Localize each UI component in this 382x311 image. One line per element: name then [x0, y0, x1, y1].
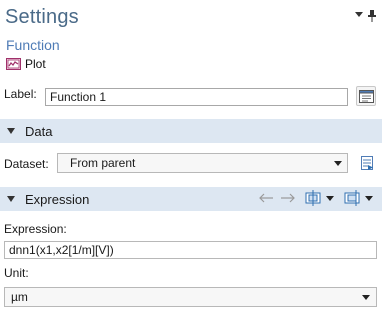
- unit-selected-value: µm: [11, 290, 28, 304]
- plot-icon: [6, 58, 21, 70]
- arrow-right-icon: [281, 193, 295, 203]
- insert-expression-icon: [344, 190, 360, 206]
- caret-down-icon: [7, 128, 15, 134]
- goto-source-icon: [361, 156, 373, 170]
- pin-icon[interactable]: [367, 10, 377, 22]
- node-type-label: Function: [6, 37, 60, 53]
- window-title: Settings: [5, 6, 79, 28]
- chevron-down-icon: [326, 195, 334, 201]
- caret-down-icon: [7, 196, 15, 202]
- plot-button[interactable]: Plot: [6, 56, 46, 72]
- move-left-button[interactable]: [258, 192, 274, 204]
- label-input[interactable]: Function 1: [45, 88, 348, 106]
- label-field-label: Label:: [4, 87, 37, 101]
- dataset-select[interactable]: From parent: [57, 153, 348, 173]
- chevron-down-icon: [362, 295, 370, 300]
- replace-expression-button[interactable]: [304, 190, 334, 206]
- section-data-title: Data: [25, 123, 53, 139]
- plot-button-label: Plot: [25, 57, 46, 71]
- replace-expression-icon: [305, 190, 321, 206]
- goto-source-button[interactable]: [357, 153, 377, 173]
- dataset-selected-value: From parent: [70, 156, 136, 170]
- move-right-button[interactable]: [280, 192, 296, 204]
- label-document-button[interactable]: [356, 86, 376, 106]
- expression-input[interactable]: dnn1(x1,x2[1/m][V]): [4, 241, 377, 259]
- unit-select[interactable]: µm: [4, 287, 377, 307]
- insert-expression-button[interactable]: [343, 190, 373, 206]
- unit-label: Unit:: [4, 266, 29, 280]
- arrow-left-icon: [259, 193, 273, 203]
- section-data-header[interactable]: Data: [0, 119, 382, 143]
- chevron-down-icon: [334, 161, 342, 166]
- chevron-down-icon[interactable]: [355, 12, 363, 18]
- document-edit-icon: [358, 89, 374, 103]
- expression-label: Expression:: [4, 222, 67, 236]
- dataset-label: Dataset:: [4, 157, 49, 171]
- chevron-down-icon: [365, 195, 373, 201]
- section-expression-title: Expression: [25, 191, 90, 207]
